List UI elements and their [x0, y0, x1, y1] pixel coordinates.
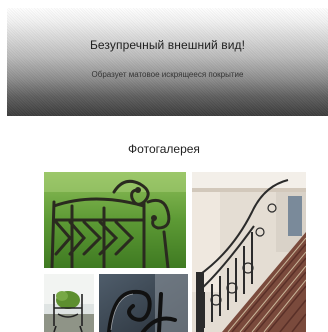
- page: Безупречный внешний вид! Образует матово…: [0, 0, 328, 332]
- hero-subtitle: Образует матовое искрящееся покрытие: [91, 70, 244, 79]
- gallery-photo-scrollwork[interactable]: [99, 274, 188, 332]
- hero-title: Безупречный внешний вид!: [89, 38, 246, 52]
- gallery-title: Фотогалерея: [128, 142, 200, 156]
- gallery-photo-staircase[interactable]: [192, 172, 306, 332]
- gallery-photo-bench[interactable]: [44, 172, 186, 268]
- hero-banner: Безупречный внешний вид! Образует матово…: [7, 8, 328, 116]
- gallery-photo-garden-chair[interactable]: [44, 274, 94, 332]
